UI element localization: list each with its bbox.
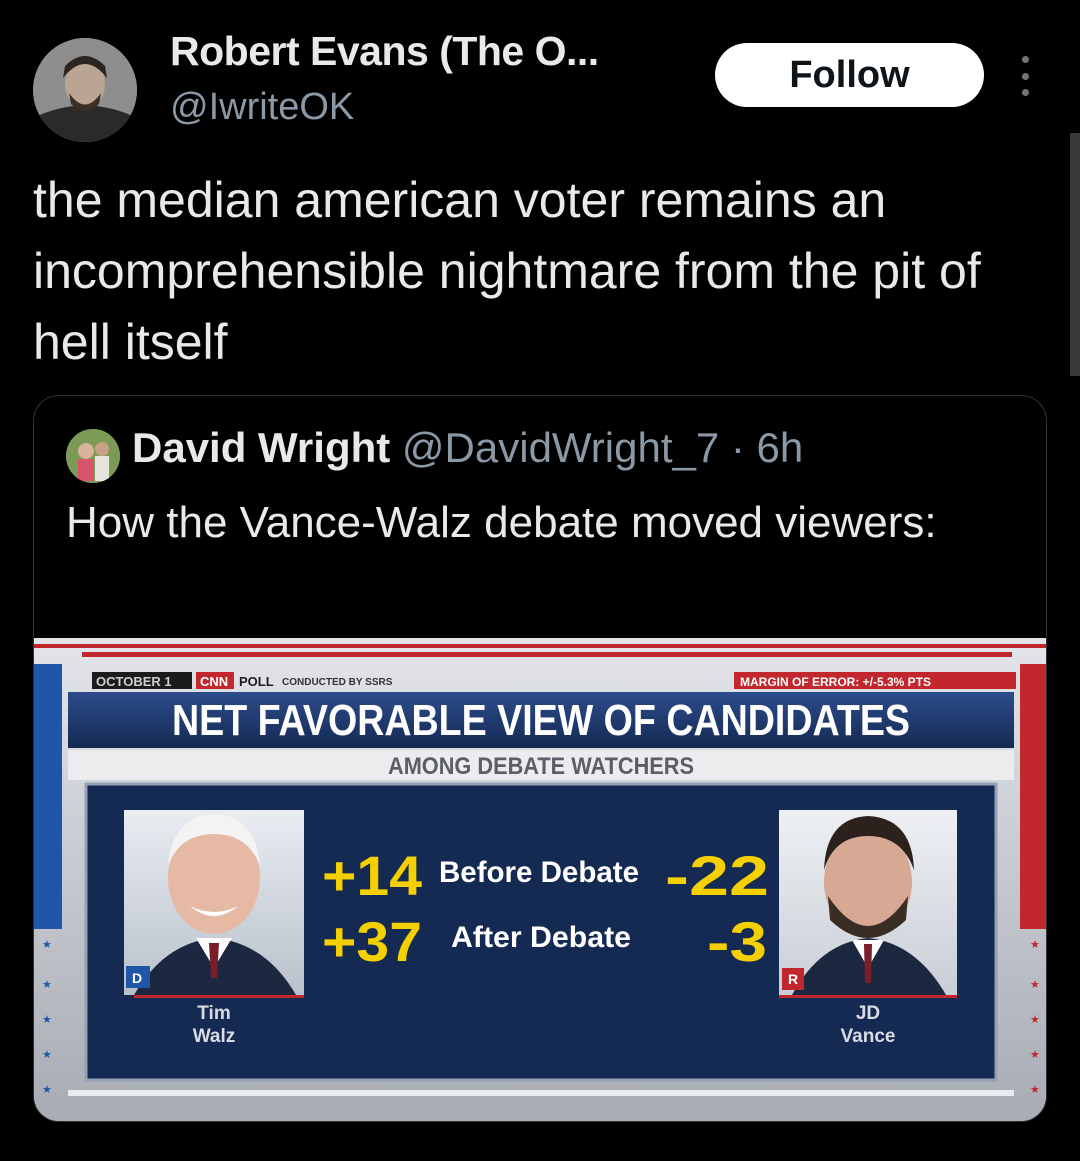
poll-graphic-image[interactable]: ★ ★ ★ ★ ★ ★ ★ ★ ★ ★ OCTOBER 1 CNN POLL CONDUCTED… [34, 638, 1046, 1121]
after-debate-label: After Debate [451, 921, 631, 954]
walz-party-badge: D [132, 970, 142, 986]
svg-text:★: ★ [1030, 1049, 1040, 1061]
quoted-header: David Wright @DavidWright_7 · 6h [132, 424, 803, 472]
network-logo: CNN [200, 674, 228, 689]
tweet-text: the median american voter remains an inc… [33, 172, 981, 370]
margin-of-error: MARGIN OF ERROR: +/-5.3% PTS [740, 675, 931, 689]
poll-label: POLL [239, 674, 274, 689]
graphic-subtitle: AMONG DEBATE WATCHERS [388, 753, 694, 780]
author-handle[interactable]: @IwriteOK [170, 86, 354, 129]
before-debate-label: Before Debate [439, 856, 639, 889]
more-options-icon[interactable] [1012, 56, 1038, 96]
vance-last-name: Vance [841, 1026, 896, 1047]
quoted-tweet[interactable]: David Wright @DavidWright_7 · 6h How the… [33, 395, 1047, 1122]
follow-button[interactable]: Follow [715, 43, 984, 107]
vance-before-value: -22 [665, 844, 769, 907]
svg-text:★: ★ [1030, 979, 1040, 991]
quoted-tweet-text: How the Vance-Walz debate moved viewers: [66, 498, 937, 547]
quoted-author-avatar [66, 429, 120, 483]
quoted-author-name[interactable]: David Wright [132, 424, 390, 471]
conducted-by-label: CONDUCTED BY SSRS [282, 677, 393, 688]
vance-first-name: JD [856, 1003, 880, 1024]
svg-text:★: ★ [1030, 1014, 1040, 1026]
svg-text:★: ★ [42, 1014, 52, 1026]
walz-after-value: +37 [322, 910, 422, 973]
top-red-stripe [34, 644, 1046, 648]
date-label: OCTOBER 1 [96, 674, 172, 689]
svg-text:★: ★ [1030, 939, 1040, 951]
right-red-stripe [1020, 664, 1046, 929]
scrollbar[interactable] [1070, 133, 1080, 376]
author-name[interactable]: Robert Evans (The O... [170, 28, 599, 75]
left-blue-stripe [34, 664, 62, 929]
vance-party-badge: R [788, 971, 798, 987]
svg-text:★: ★ [42, 939, 52, 951]
svg-text:★: ★ [1030, 1084, 1040, 1096]
svg-text:★: ★ [42, 1049, 52, 1061]
svg-text:★: ★ [42, 1084, 52, 1096]
author-avatar[interactable] [33, 38, 137, 142]
quoted-author-meta: @DavidWright_7 · 6h [401, 424, 804, 471]
walz-before-value: +14 [322, 844, 422, 907]
vance-after-value: -3 [707, 910, 767, 973]
walz-first-name: Tim [197, 1003, 230, 1024]
walz-last-name: Walz [193, 1026, 236, 1047]
svg-text:★: ★ [42, 979, 52, 991]
graphic-title: NET FAVORABLE VIEW OF CANDIDATES [172, 696, 910, 745]
